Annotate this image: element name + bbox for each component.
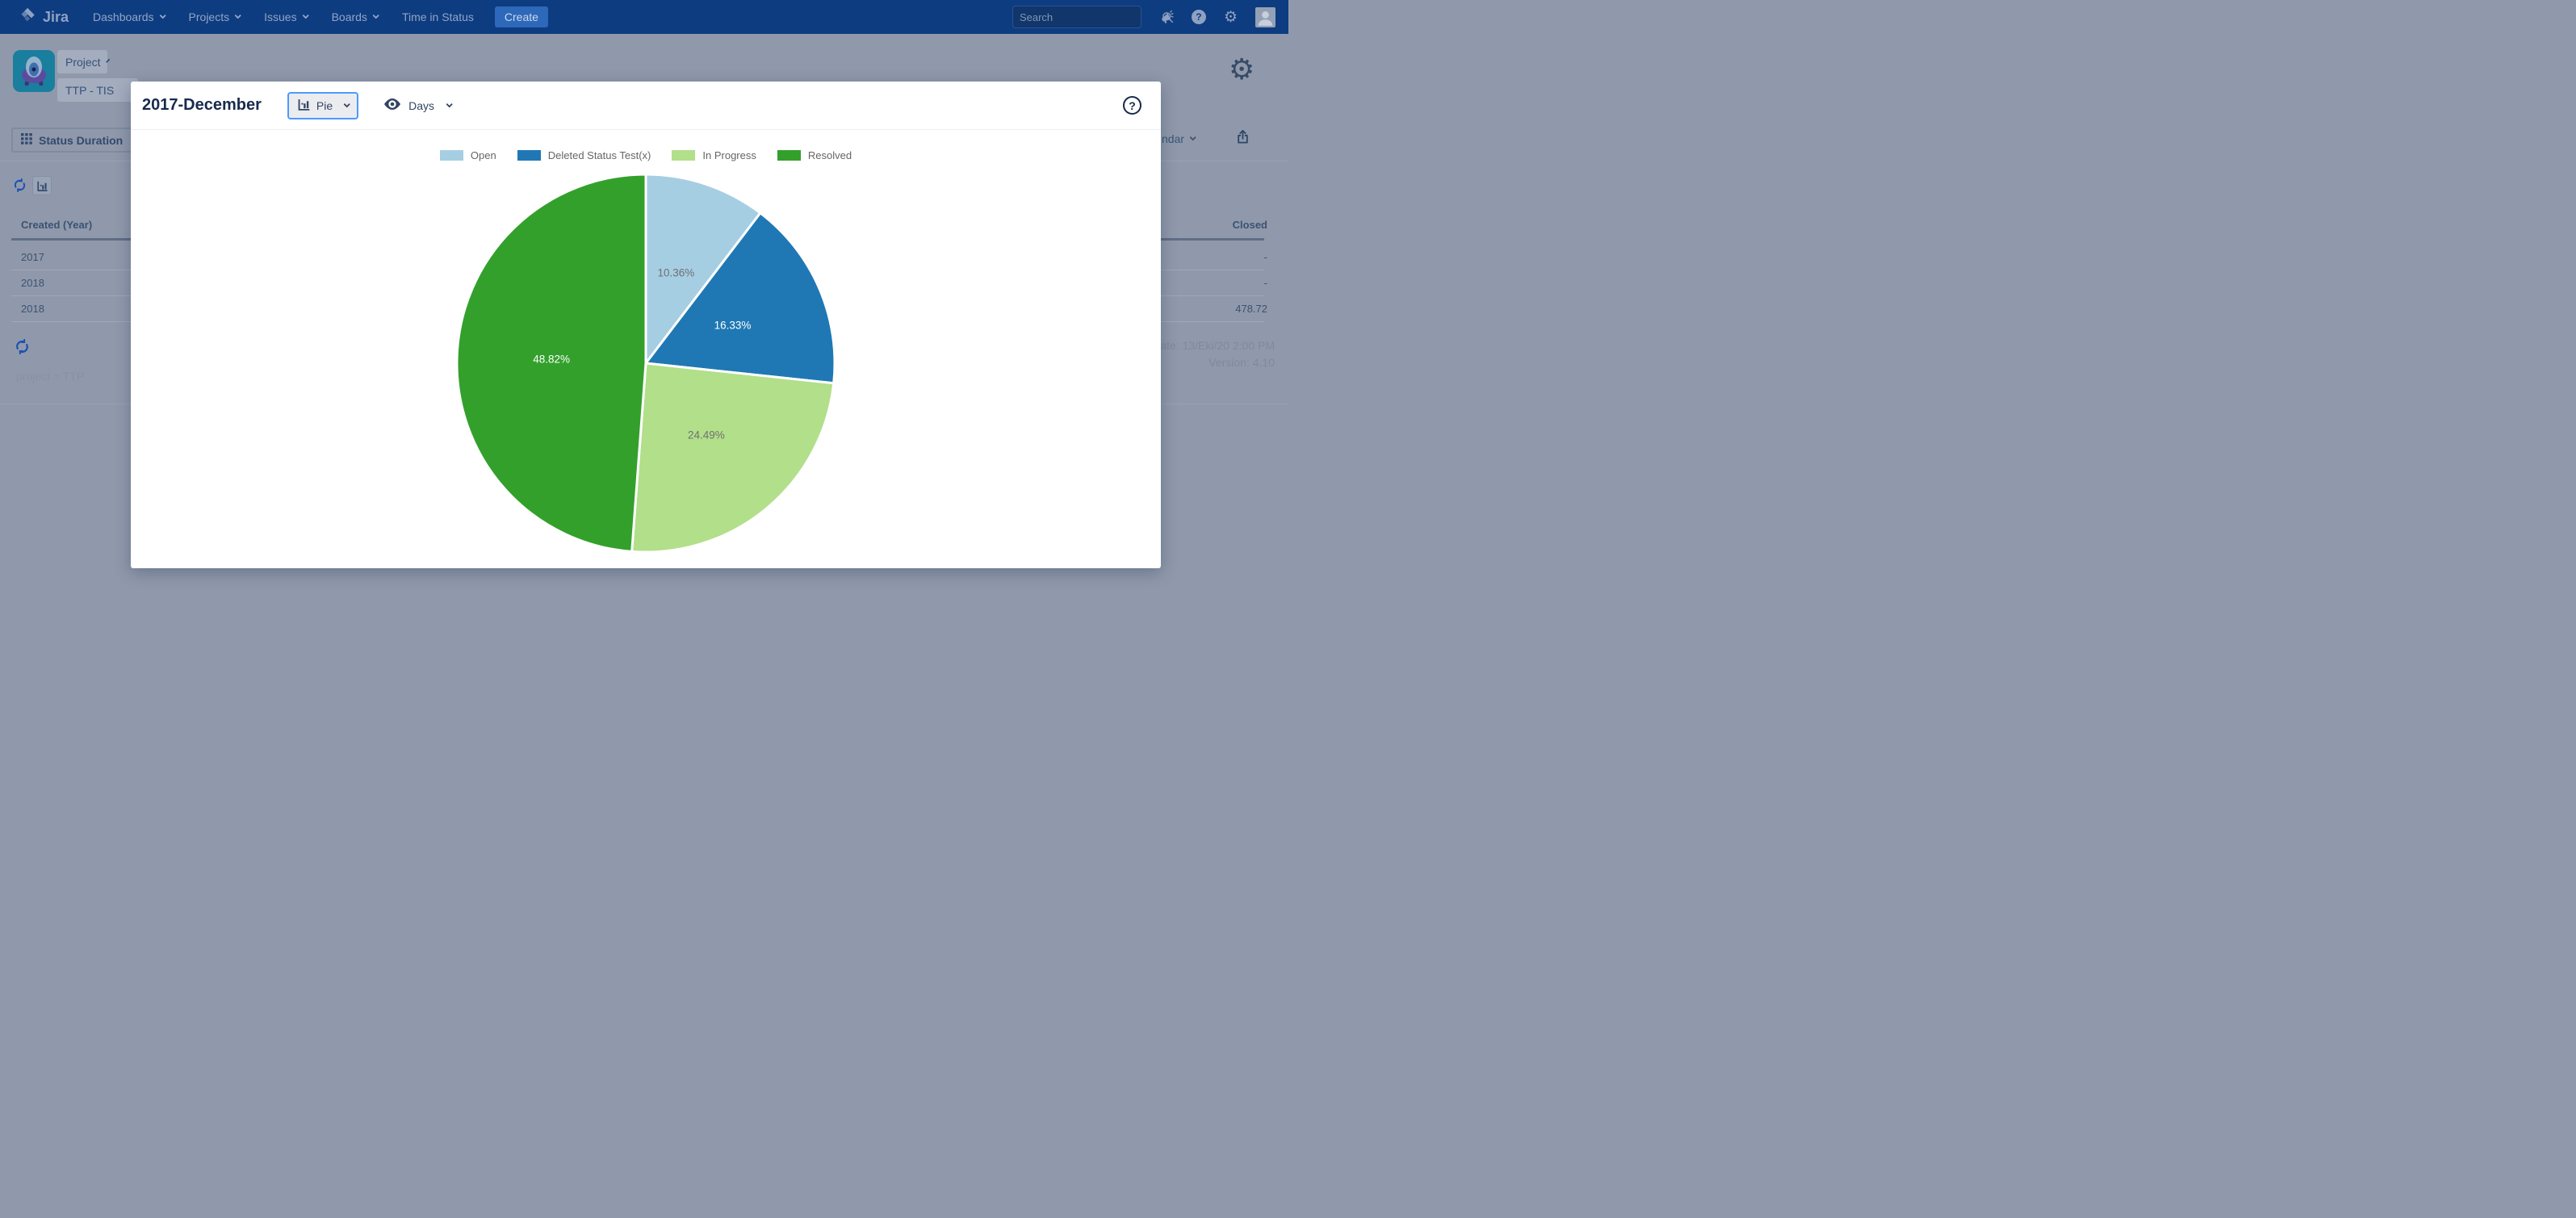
project-dropdown[interactable]: Project: [57, 50, 107, 73]
pie-slice[interactable]: [632, 363, 834, 552]
legend-item[interactable]: Resolved: [777, 149, 852, 161]
chart-modal: 2017-December Pie Days: [131, 82, 1161, 568]
help-icon[interactable]: ?: [1192, 10, 1206, 24]
chevron-down-icon: [105, 58, 110, 63]
create-button[interactable]: Create: [495, 6, 548, 27]
refresh-icon[interactable]: [13, 178, 27, 192]
chart-legend: Open Deleted Status Test(x) In Progress Res…: [131, 149, 1161, 161]
chevron-down-icon: [302, 12, 308, 19]
legend-swatch: [672, 150, 695, 161]
legend-swatch: [777, 150, 801, 161]
col-created-year: Created (Year): [21, 219, 92, 231]
nav-item-projects[interactable]: Projects: [189, 10, 241, 23]
col-closed: Closed: [1233, 219, 1267, 231]
question-circle-icon[interactable]: ?: [1123, 96, 1141, 115]
legend-label: Open: [471, 149, 496, 161]
bar-chart-icon: [297, 98, 311, 114]
chart-type-dropdown[interactable]: Pie: [287, 92, 358, 119]
legend-swatch: [440, 150, 463, 161]
pie-slice-label: 10.36%: [658, 267, 695, 279]
pie-chart: 10.36% 16.33% 24.49% 48.82%: [452, 170, 840, 557]
chevron-down-icon: [235, 12, 241, 19]
gear-icon[interactable]: ⚙: [1224, 10, 1238, 25]
modal-header: 2017-December Pie Days: [131, 82, 1161, 130]
pie-slice-label: 16.33%: [714, 319, 752, 331]
jira-logo[interactable]: Jira: [19, 6, 69, 27]
project-avatar[interactable]: [13, 50, 55, 92]
tab-status-duration[interactable]: Status Duration: [11, 128, 142, 153]
chevron-down-icon: [372, 12, 379, 19]
page-title: 2017-December: [142, 96, 262, 115]
nav-item-dashboards[interactable]: Dashboards: [93, 10, 165, 23]
bar-chart-icon[interactable]: [32, 176, 52, 195]
chevron-down-icon: [344, 101, 350, 107]
pie-slice-label: 48.82%: [533, 353, 570, 365]
nav-item-boards[interactable]: Boards: [332, 10, 378, 23]
unit-dropdown[interactable]: Days: [383, 94, 451, 116]
export-icon[interactable]: [1235, 129, 1250, 144]
legend-label: In Progress: [702, 149, 756, 161]
top-navbar: Jira Dashboards Projects Issues Boards T…: [0, 0, 1288, 34]
search-input[interactable]: [1020, 11, 1162, 23]
settings-gear-icon[interactable]: ⚙: [1229, 55, 1254, 84]
nav-item-issues[interactable]: Issues: [264, 10, 307, 23]
nav-item-time-in-status[interactable]: Time in Status: [402, 10, 474, 23]
legend-swatch: [517, 150, 541, 161]
project-key-pill[interactable]: TTP - TIS: [57, 78, 138, 102]
eye-icon: [383, 94, 402, 116]
chevron-down-icon: [159, 12, 165, 19]
legend-item[interactable]: In Progress: [672, 149, 756, 161]
report-date-text: rt Date: 13/Eki/20 2:00 PM: [1142, 339, 1275, 352]
question-mark-glyph: ?: [1192, 10, 1206, 24]
calendar-dropdown[interactable]: ndar: [1162, 132, 1195, 145]
legend-label: Deleted Status Test(x): [548, 149, 651, 161]
legend-label: Resolved: [808, 149, 852, 161]
legend-item[interactable]: Open: [440, 149, 496, 161]
navbar-right-cluster: ? ⚙: [1012, 6, 1275, 28]
megaphone-icon[interactable]: [1159, 10, 1174, 24]
filter-query-text: project = TTP: [16, 370, 84, 383]
user-avatar[interactable]: [1255, 7, 1275, 27]
pie-slice-label: 24.49%: [688, 429, 725, 441]
jira-logo-icon: [19, 6, 36, 27]
legend-item[interactable]: Deleted Status Test(x): [517, 149, 651, 161]
chevron-down-icon: [446, 101, 452, 107]
nav-menu: Dashboards Projects Issues Boards Time i…: [93, 10, 474, 23]
refresh-icon[interactable]: [15, 339, 30, 354]
version-text: Version: 4.10: [1208, 356, 1275, 369]
chevron-down-icon: [1189, 134, 1196, 140]
grid-icon: [21, 133, 32, 147]
search-box: [1012, 6, 1141, 28]
brand-text: Jira: [43, 9, 69, 26]
